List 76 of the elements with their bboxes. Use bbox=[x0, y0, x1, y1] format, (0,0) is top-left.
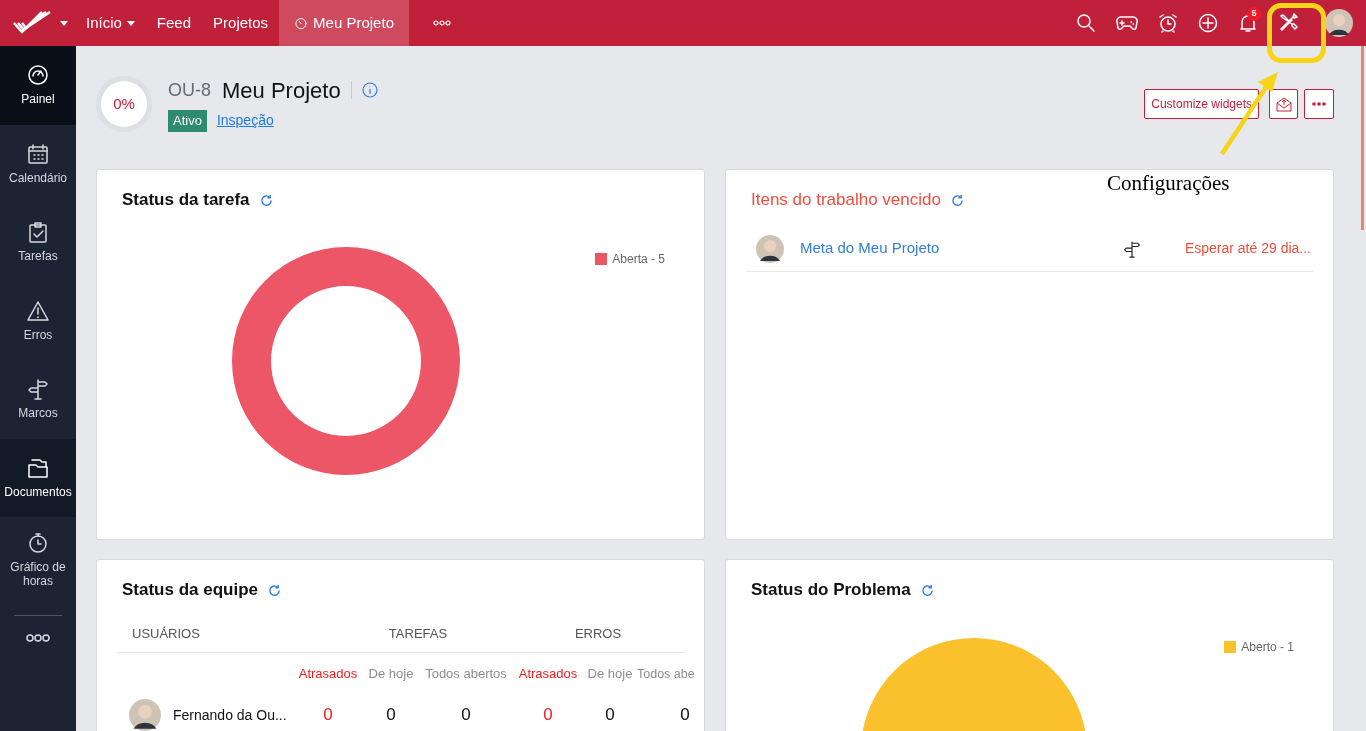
progress-ring: 0% bbox=[96, 76, 152, 132]
table-cell-text: 0 bbox=[322, 704, 334, 727]
legend-label: Aberto - 1 bbox=[1241, 639, 1294, 656]
add-icon[interactable] bbox=[1198, 13, 1218, 33]
project-title: Meu Projeto bbox=[222, 76, 341, 105]
avatar bbox=[1325, 9, 1353, 37]
highlight-ring bbox=[1267, 3, 1326, 63]
caret-icon[interactable] bbox=[60, 20, 68, 26]
logo-icon[interactable] bbox=[12, 10, 52, 36]
status-badge: Ativo bbox=[168, 110, 207, 132]
warning-icon bbox=[27, 299, 49, 322]
clipboard-check-icon bbox=[27, 221, 49, 244]
sidebar-item[interactable]: Marcos bbox=[0, 360, 76, 439]
signpost-icon bbox=[27, 378, 49, 401]
table-cell-text: 0 bbox=[604, 704, 616, 727]
alarm-clock-icon[interactable] bbox=[1158, 13, 1178, 33]
customize-widgets-button[interactable]: Customize widgets bbox=[1144, 89, 1259, 119]
envelope-icon bbox=[1275, 96, 1292, 112]
more-icon bbox=[1312, 102, 1326, 106]
user-name: Fernando da Ou... bbox=[173, 705, 287, 725]
table-cell-text: 0 bbox=[679, 704, 691, 727]
refresh-icon[interactable] bbox=[259, 193, 273, 207]
scrollbar[interactable] bbox=[1361, 46, 1364, 230]
email-button[interactable] bbox=[1269, 89, 1298, 119]
signpost-icon bbox=[1122, 239, 1141, 258]
avatar bbox=[756, 234, 784, 263]
more-icon[interactable] bbox=[26, 634, 50, 642]
table-cell-text: 0 bbox=[542, 704, 554, 727]
nav-tab[interactable]: Meu Projeto bbox=[279, 0, 409, 46]
sidebar-item[interactable]: Erros bbox=[0, 281, 76, 360]
subcolumn-header: De hoje bbox=[586, 665, 634, 684]
more-button[interactable] bbox=[1304, 89, 1334, 119]
info-icon[interactable] bbox=[361, 82, 378, 98]
sidebar-item[interactable]: Documentos bbox=[0, 438, 76, 517]
stopwatch-icon bbox=[27, 532, 49, 554]
subcolumn-header: Atrasados bbox=[297, 665, 359, 684]
item-link[interactable]: Meta do Meu Projeto bbox=[800, 237, 940, 260]
column-header: USUÁRIOS bbox=[131, 625, 201, 644]
nav-tab[interactable]: Projetos bbox=[202, 0, 280, 46]
search-icon[interactable] bbox=[1076, 13, 1096, 33]
widget-title: Status da tarefa bbox=[122, 189, 250, 212]
annotation-label: Configurações bbox=[1107, 170, 1230, 196]
stopwatch-icon bbox=[294, 16, 309, 30]
due-text: Esperar até 29 dia... bbox=[1184, 239, 1311, 258]
tools-icon[interactable] bbox=[1278, 13, 1298, 33]
nav-tab[interactable]: Início bbox=[75, 0, 146, 46]
refresh-icon[interactable] bbox=[268, 583, 282, 597]
sidebar-item[interactable]: Calendário bbox=[0, 124, 76, 203]
subcolumn-header: Atrasados bbox=[517, 665, 579, 684]
calendar-icon bbox=[27, 142, 49, 165]
refresh-icon[interactable] bbox=[950, 193, 964, 207]
widget-title: Itens do trabalho vencido bbox=[751, 189, 941, 212]
widget-title: Status da equipe bbox=[122, 579, 259, 602]
sidebar-item[interactable]: Painel bbox=[0, 46, 76, 125]
nav-tab[interactable]: Feed bbox=[145, 0, 203, 46]
avatar bbox=[129, 699, 161, 731]
gamepad-icon[interactable] bbox=[1116, 15, 1138, 31]
column-header: TAREFAS bbox=[387, 625, 449, 644]
sidebar-item[interactable]: Gráfico de horas bbox=[0, 517, 76, 603]
table-cell-text: 0 bbox=[460, 704, 472, 727]
project-key: OU-8 bbox=[168, 76, 211, 104]
more-icon[interactable] bbox=[432, 20, 451, 26]
folder-icon bbox=[27, 456, 49, 479]
subcolumn-header: Todos abe bbox=[637, 665, 696, 683]
legend-label: Aberta - 5 bbox=[612, 251, 665, 268]
column-header: ERROS bbox=[573, 625, 623, 644]
table-cell-text: 0 bbox=[385, 704, 397, 727]
layout-link[interactable]: Inspeção bbox=[216, 110, 274, 132]
sidebar-item[interactable]: Tarefas bbox=[0, 203, 76, 282]
gauge-icon bbox=[27, 64, 49, 87]
widget-title: Status do Problema bbox=[751, 579, 911, 602]
subcolumn-header: De hoje bbox=[367, 665, 415, 684]
refresh-icon[interactable] bbox=[920, 583, 934, 597]
overdue-row[interactable]: Meta do Meu Projeto Esperar até 29 dia... bbox=[746, 226, 1313, 272]
subcolumn-header: Todos abertos bbox=[424, 665, 508, 684]
notification-badge: 5 bbox=[1247, 7, 1261, 21]
